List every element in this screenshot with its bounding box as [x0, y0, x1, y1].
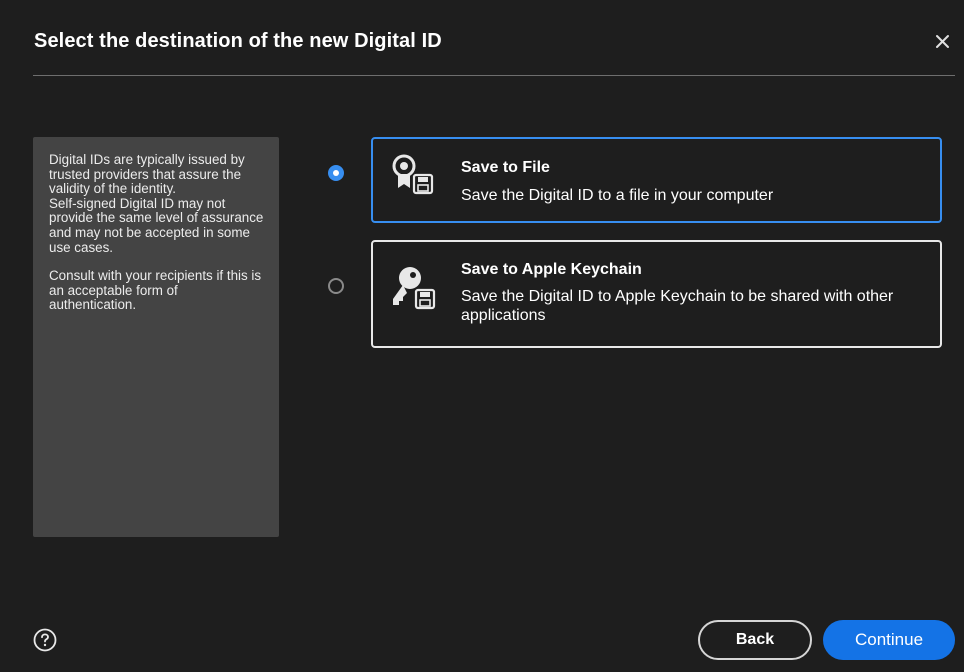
continue-button[interactable]: Continue	[823, 620, 955, 660]
dialog-title: Select the destination of the new Digita…	[34, 30, 442, 52]
option-save-to-file[interactable]: Save to File Save the Digital ID to a fi…	[371, 137, 942, 223]
back-button[interactable]: Back	[698, 620, 812, 660]
info-paragraph-1: Digital IDs are typically issued by trus…	[49, 152, 245, 197]
info-paragraph-2: Self-signed Digital ID may not provide t…	[49, 195, 264, 255]
close-icon[interactable]	[932, 30, 954, 52]
help-icon[interactable]	[33, 628, 57, 652]
key-save-icon	[390, 265, 442, 320]
info-panel: Digital IDs are typically issued by trus…	[33, 137, 279, 537]
radio-save-to-apple-keychain[interactable]	[328, 278, 344, 294]
option-save-to-apple-keychain[interactable]: Save to Apple Keychain Save the Digital …	[371, 240, 942, 348]
certificate-file-icon	[390, 153, 442, 206]
option-description: Save the Digital ID to Apple Keychain to…	[461, 288, 894, 324]
option-title: Save to File	[461, 159, 550, 176]
info-paragraph-3: Consult with your recipients if this is …	[49, 268, 262, 313]
option-title: Save to Apple Keychain	[461, 261, 642, 278]
option-description: Save the Digital ID to a file in your co…	[461, 187, 774, 204]
radio-save-to-file[interactable]	[328, 165, 344, 181]
digital-id-dialog: Select the destination of the new Digita…	[0, 0, 964, 672]
title-divider	[33, 75, 955, 76]
